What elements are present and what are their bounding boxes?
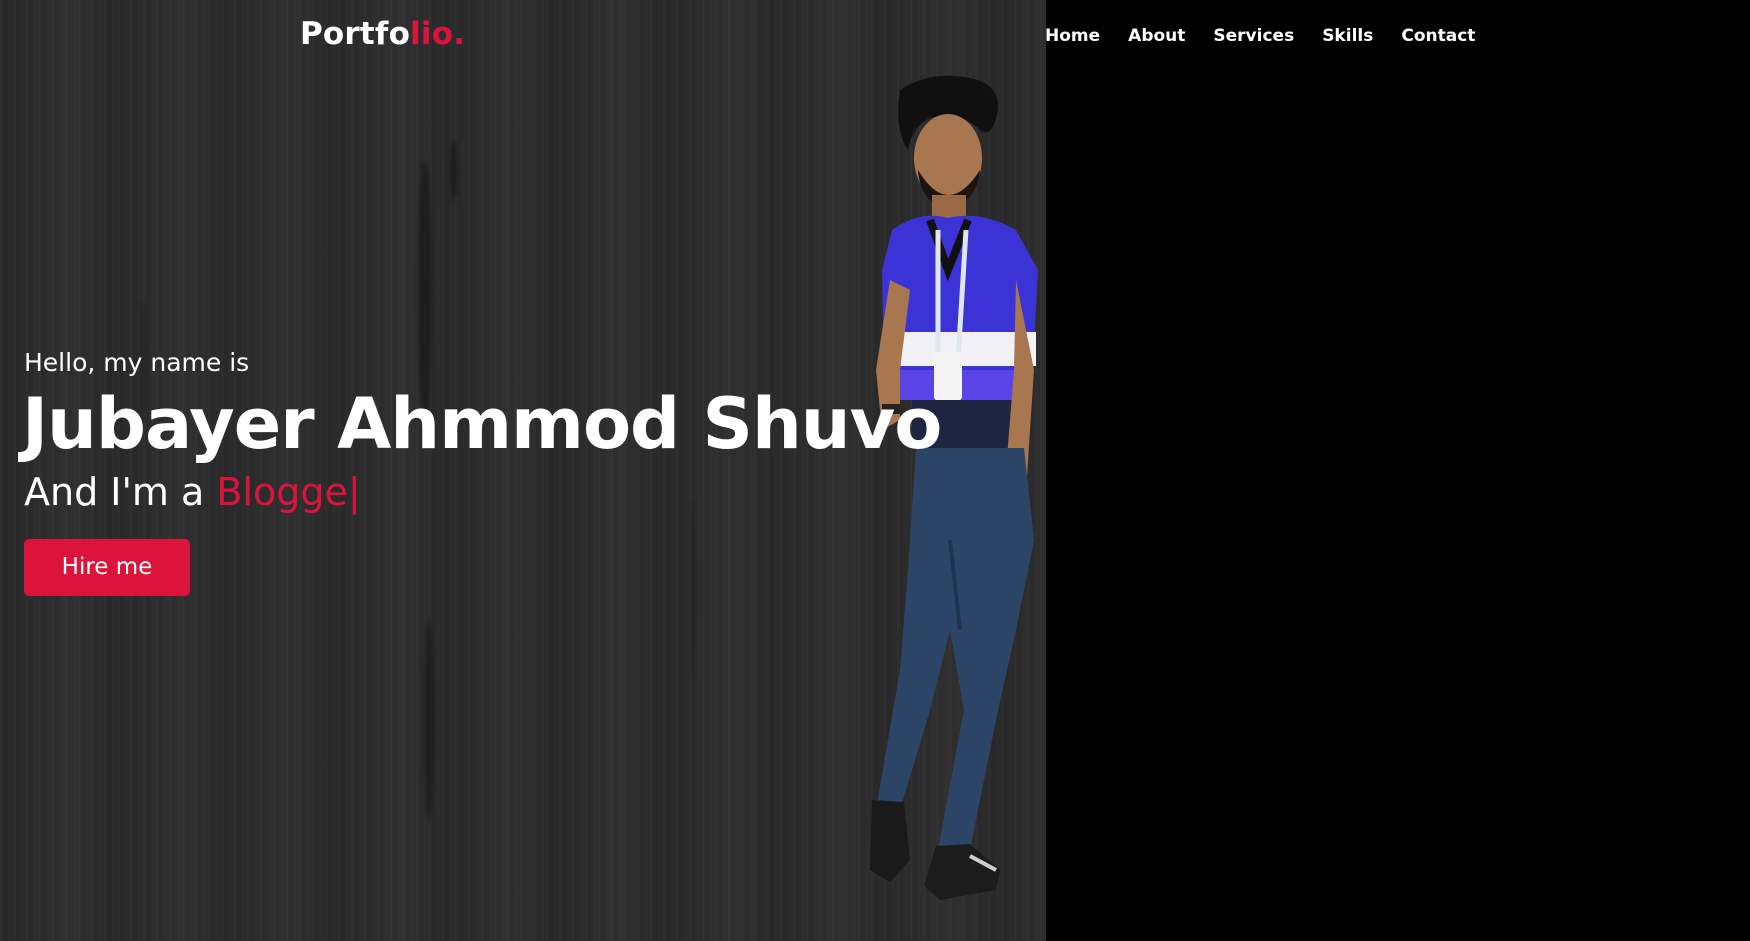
nav-item-skills[interactable]: Skills: [1322, 26, 1373, 46]
nav-item-home[interactable]: Home: [1045, 26, 1100, 46]
hero-text: Hello, my name is Jubayer Ahmmod Shuvo A…: [22, 346, 942, 596]
role-prefix: And I'm a: [24, 470, 217, 514]
page: Portfolio. Home About Services Skills Co…: [0, 0, 1750, 941]
nav-menu: Home About Services Skills Contact: [1045, 26, 1503, 46]
nav-item-about[interactable]: About: [1128, 26, 1185, 46]
typing-cursor: |: [347, 470, 361, 514]
nav-item-services[interactable]: Services: [1213, 26, 1294, 46]
logo-accent-text: lio.: [410, 16, 466, 52]
navbar: Portfolio. Home About Services Skills Co…: [0, 0, 1750, 74]
logo[interactable]: Portfolio.: [300, 16, 465, 52]
role-typed-text: Blogge: [216, 470, 348, 514]
nav-item-contact[interactable]: Contact: [1401, 26, 1475, 46]
greeting-text: Hello, my name is: [24, 348, 250, 377]
hire-me-button[interactable]: Hire me: [24, 539, 190, 596]
role-line: And I'm a Blogge|: [24, 466, 941, 518]
hero-name: Jubayer Ahmmod Shuvo: [22, 383, 942, 465]
logo-text: Portfo: [300, 16, 411, 52]
